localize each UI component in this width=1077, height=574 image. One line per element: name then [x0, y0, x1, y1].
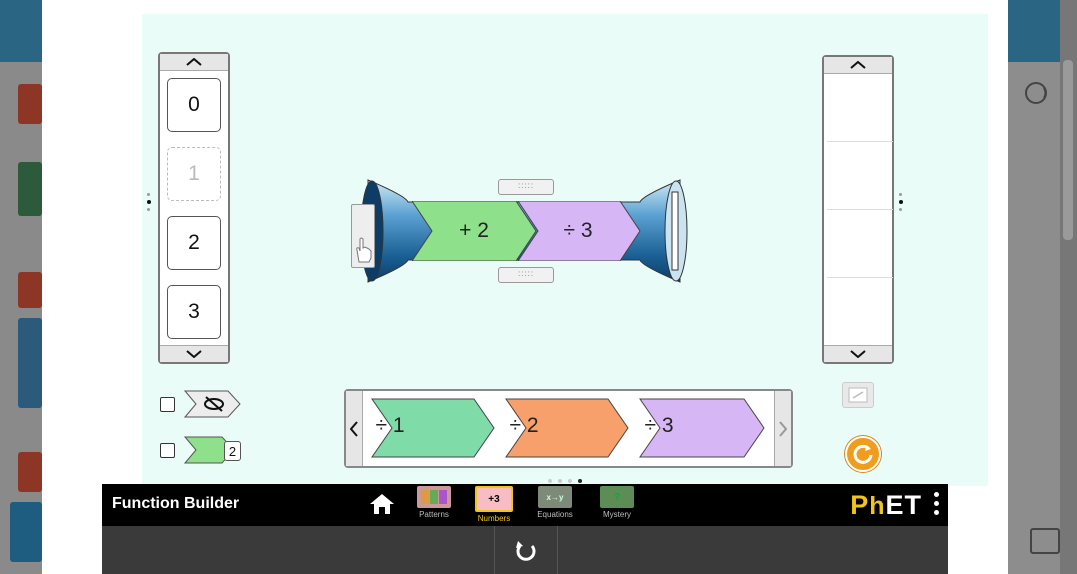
output-slot-divider [827, 209, 893, 210]
function-carousel-items [371, 398, 765, 458]
chevron-up-icon [186, 58, 202, 66]
chevron-down-icon [186, 350, 202, 358]
hidden-function-icon [184, 390, 241, 418]
background-thumb [18, 272, 42, 308]
function-carousel-next-button[interactable] [774, 391, 791, 466]
screen-label-equations: Equations [537, 510, 573, 519]
output-carousel [822, 55, 894, 364]
home-icon [370, 494, 394, 514]
screen-tab-patterns[interactable]: Patterns [408, 486, 460, 524]
mystery-thumbnail: ? [600, 486, 634, 508]
output-carousel-up-button[interactable] [824, 57, 892, 74]
input-carousel: 0 1 2 3 [158, 52, 230, 364]
input-carousel-down-button[interactable] [160, 345, 228, 362]
background-thumb [18, 162, 42, 216]
chevron-up-icon [850, 61, 866, 69]
navigation-bar: Function Builder Patterns +3 Numbers x→y… [102, 484, 948, 526]
output-slot-divider [827, 141, 893, 142]
screen-tab-mystery[interactable]: ? Mystery [591, 486, 643, 524]
eraser-button[interactable] [845, 436, 881, 472]
equations-thumbnail: x→y [538, 486, 572, 508]
numbers-thumbnail: +3 [475, 486, 513, 512]
background-left-panel [0, 62, 42, 574]
sim-title: Function Builder [112, 495, 240, 512]
simplify-card-value: 2 [224, 441, 241, 461]
screen-tab-equations[interactable]: x→y Equations [529, 486, 581, 524]
background-thumb [18, 452, 42, 492]
output-slot-divider [827, 277, 893, 278]
feedback-icon [1030, 528, 1060, 554]
see-inside-icon [848, 387, 868, 403]
background-thumb [10, 502, 42, 562]
eraser-icon [853, 444, 873, 464]
input-page-indicator [147, 193, 151, 215]
screen-label-numbers: Numbers [477, 514, 511, 523]
see-inside-button[interactable] [842, 382, 874, 408]
chevron-down-icon [850, 350, 866, 358]
simplify-checkbox[interactable] [160, 443, 175, 458]
function-1-label: ÷ 1 [375, 414, 405, 437]
output-carousel-down-button[interactable] [824, 345, 892, 362]
reset-all-icon [516, 541, 536, 561]
simulation-modal: 0 1 2 3 ::::: ::::: + 2 ÷ 3 2 ÷ 1 ÷ 2 ÷ … [42, 0, 1008, 574]
background-thumb [18, 84, 42, 124]
screen-label-patterns: Patterns [419, 510, 449, 519]
input-card-0[interactable]: 0 [167, 78, 221, 132]
builder-slot-2-label: ÷ 3 [563, 219, 593, 242]
input-carousel-up-button[interactable] [160, 54, 228, 71]
background-thumb [18, 318, 42, 408]
input-card-3[interactable]: 3 [167, 285, 221, 339]
screen-label-mystery: Mystery [603, 510, 631, 519]
phet-logo[interactable]: PhET [850, 490, 922, 521]
patterns-thumbnail [417, 486, 451, 508]
speech-icon [1022, 80, 1050, 108]
screen-tab-numbers[interactable]: +3 Numbers [468, 486, 520, 524]
reset-all-button[interactable] [494, 526, 558, 574]
hide-functions-checkbox[interactable] [160, 397, 175, 412]
input-card-1-placeholder: 1 [167, 147, 221, 201]
input-card-2[interactable]: 2 [167, 216, 221, 270]
kebab-menu-icon[interactable] [932, 492, 940, 518]
home-button[interactable] [368, 492, 396, 516]
function-2-label: ÷ 2 [509, 414, 539, 437]
function-3-label: ÷ 3 [644, 414, 674, 437]
hand-pointer-icon [356, 237, 372, 263]
output-page-indicator [899, 193, 903, 215]
lower-toolbar [102, 526, 948, 574]
page-scrollbar-thumb[interactable] [1063, 60, 1073, 240]
builder-slot-1-label: + 2 [459, 219, 489, 242]
chevron-right-icon [779, 420, 787, 437]
